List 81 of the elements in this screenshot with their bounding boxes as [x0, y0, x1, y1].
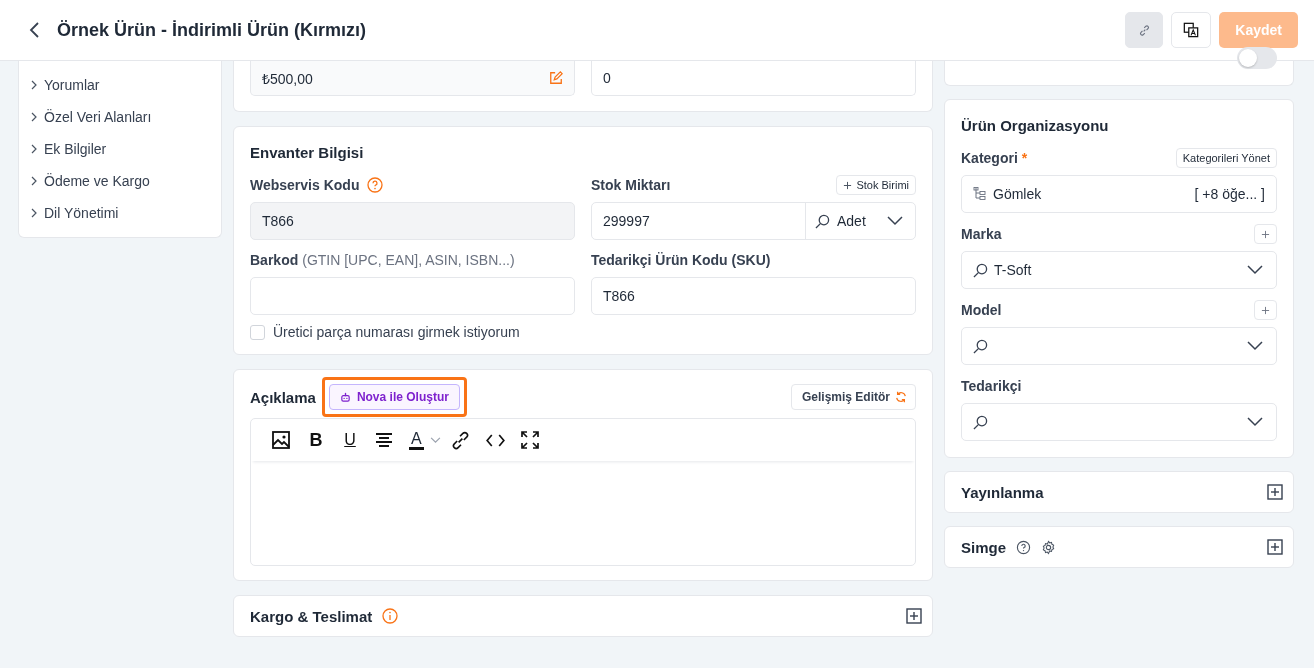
chevron-right-icon — [31, 176, 37, 186]
chevron-down-icon — [1247, 265, 1263, 275]
add-button[interactable] — [1254, 224, 1277, 244]
sidebar-item[interactable]: Ek Bilgiler — [31, 133, 221, 165]
sku-field[interactable]: T866 — [591, 277, 916, 315]
field-label: Marka — [961, 226, 1002, 242]
chevron-right-icon — [31, 208, 37, 218]
align-icon[interactable] — [375, 432, 393, 448]
settings-icon[interactable] — [1041, 539, 1056, 555]
category-field[interactable]: Gömlek [ +8 öğe... ] — [961, 175, 1277, 213]
expand-icon[interactable] — [906, 608, 922, 624]
select-field[interactable] — [961, 403, 1277, 441]
manage-categories-button[interactable]: Kategorileri Yönet — [1175, 148, 1277, 168]
chevron-right-icon — [31, 80, 37, 90]
field-label: Webservis Kodu — [250, 177, 360, 193]
search-icon — [973, 338, 988, 354]
expand-icon[interactable] — [1267, 539, 1283, 555]
code-icon[interactable] — [485, 433, 505, 447]
barcode-field[interactable] — [250, 277, 575, 315]
page-title: Örnek Ürün - İndirimli Ürün (Kırmızı) — [57, 19, 366, 41]
section-title: Envanter Bilgisi — [250, 144, 365, 161]
select-field[interactable] — [961, 327, 1277, 365]
refresh-icon — [895, 391, 907, 403]
fullscreen-icon[interactable] — [520, 431, 539, 449]
section-title: Kargo & Teslimat — [250, 607, 373, 625]
field-label: Barkod — [250, 252, 299, 268]
section-title: Yayınlanma — [961, 483, 1044, 501]
checkbox-label: Üretici parça numarası girmek istiyorum — [273, 324, 520, 340]
translate-icon — [1183, 22, 1200, 38]
chevron-down-icon — [429, 436, 441, 444]
plus-icon — [1261, 229, 1270, 239]
robot-icon — [339, 391, 351, 403]
price-field[interactable]: ₺500,00 — [250, 61, 575, 96]
edit-icon[interactable] — [549, 71, 563, 85]
text-color-button[interactable]: A — [409, 430, 441, 450]
section-title: Açıklama — [250, 388, 316, 406]
chevron-down-icon — [1247, 341, 1263, 351]
toggle-switch[interactable] — [1237, 47, 1277, 69]
chevron-right-icon — [31, 144, 37, 154]
add-button[interactable] — [1254, 300, 1277, 320]
link-icon[interactable] — [450, 430, 470, 450]
sidebar-item[interactable]: Yorumlar — [31, 69, 221, 101]
checkbox[interactable] — [250, 324, 265, 340]
sidebar-item[interactable]: Ödeme ve Kargo — [31, 165, 221, 197]
search-icon — [973, 414, 988, 430]
translate-button[interactable] — [1171, 12, 1212, 48]
bold-button[interactable]: B — [307, 429, 325, 451]
underline-button[interactable]: U — [341, 431, 359, 449]
field-label: Tedarikçi Ürün Kodu (SKU) — [591, 252, 771, 268]
stock-unit-button[interactable]: Stok Birimi — [836, 175, 916, 195]
field-hint: (GTIN [UPC, EAN], ASIN, ISBN...) — [302, 252, 515, 268]
field-label: Model — [961, 302, 1002, 318]
sidebar-item[interactable]: Dil Yönetimi — [31, 197, 221, 229]
help-icon[interactable] — [1016, 539, 1031, 555]
section-title: Ürün Organizasyonu — [961, 117, 1110, 134]
advanced-editor-button[interactable]: Gelişmiş Editör — [790, 384, 916, 410]
plus-icon — [1261, 305, 1270, 315]
field-label: Stok Miktarı — [591, 177, 671, 193]
sidebar-item[interactable]: Özel Veri Alanları — [31, 101, 221, 133]
link-icon — [1137, 23, 1151, 37]
ai-generate-button[interactable]: Nova ile Oluştur — [328, 384, 460, 410]
tree-icon — [973, 187, 987, 201]
webservice-code-field[interactable]: T866 — [250, 202, 575, 240]
field-label: Kategori * — [961, 150, 1028, 166]
rich-text-editor[interactable]: B U A — [250, 418, 916, 566]
chevron-down-icon — [887, 216, 903, 226]
info-icon[interactable] — [382, 608, 399, 624]
expand-icon[interactable] — [1267, 484, 1283, 500]
image-icon[interactable] — [271, 430, 291, 450]
plus-icon — [843, 180, 853, 190]
unit-select[interactable]: Adet — [805, 203, 915, 239]
select-field[interactable]: T-Soft — [961, 251, 1277, 289]
chevron-right-icon — [31, 112, 37, 122]
stock-field[interactable]: 299997 Adet — [591, 202, 916, 240]
section-title: Simge — [961, 538, 1006, 556]
chevron-down-icon — [1247, 417, 1263, 427]
search-icon — [815, 213, 830, 229]
field-label: Tedarikçi — [961, 378, 1022, 394]
search-icon — [973, 262, 988, 278]
quantity-field[interactable]: 0 — [591, 61, 916, 96]
back-icon[interactable] — [29, 22, 39, 38]
